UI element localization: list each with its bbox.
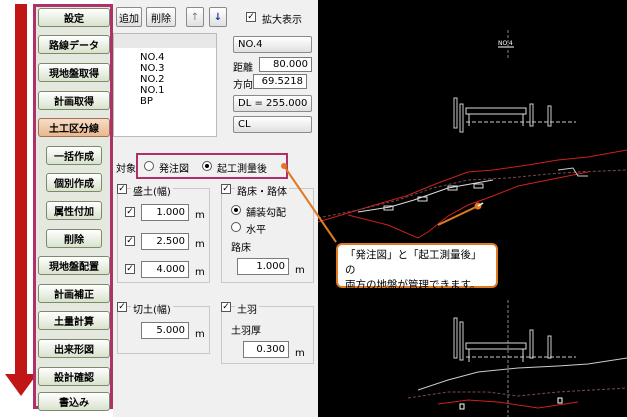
- cross-section-drawing: NO.4: [317, 30, 627, 417]
- menu-button-11[interactable]: 土量計算: [38, 311, 110, 330]
- station-list[interactable]: NO.4 NO.3 NO.2 NO.1 BP: [113, 33, 217, 137]
- terrain-line-lower: [347, 171, 589, 239]
- cut-title: 切土(幅): [131, 301, 173, 316]
- zoom-checkbox[interactable]: ✓: [246, 12, 256, 22]
- menu-button-7[interactable]: 属性付加: [46, 201, 102, 220]
- menu-button-13[interactable]: 設計確認: [38, 367, 110, 386]
- menu-button-14[interactable]: 書込み: [38, 392, 110, 411]
- station-list-item[interactable]: NO.2: [140, 74, 165, 85]
- station-list-item[interactable]: NO.1: [140, 85, 165, 96]
- fill-row2-checkbox[interactable]: ✓: [125, 236, 135, 246]
- roadbed-checkbox[interactable]: ✓: [221, 184, 231, 194]
- menu-button-5[interactable]: 一括作成: [46, 146, 102, 165]
- fill-row2-unit: m: [195, 239, 205, 250]
- move-down-button[interactable]: ↓: [209, 7, 227, 27]
- target-label: 対象: [116, 164, 136, 175]
- station-list-item[interactable]: NO.4: [140, 52, 165, 63]
- fill-row1-checkbox[interactable]: ✓: [125, 207, 135, 217]
- soil-cover-thickness-label: 土羽厚: [231, 326, 261, 337]
- menu-button-3[interactable]: 計画取得: [38, 91, 110, 110]
- roadbed-radio-horizontal[interactable]: [231, 222, 241, 232]
- cut-field[interactable]: 5.000: [141, 322, 189, 339]
- station-list-item[interactable]: NO.3: [140, 63, 165, 74]
- current-station-button[interactable]: NO.4: [233, 36, 312, 53]
- soil-cover-thickness-field[interactable]: 0.300: [243, 341, 289, 358]
- soil-cover-title: 土羽: [235, 301, 259, 316]
- callout-line1: 「発注図」と「起工測量後」の: [345, 249, 482, 276]
- cl-button[interactable]: CL: [233, 116, 312, 133]
- structure-top: [465, 107, 527, 115]
- direction-label: 方向: [233, 80, 253, 91]
- section-label: NO.4: [498, 40, 513, 47]
- roadbed-radio-pavement[interactable]: [231, 205, 241, 215]
- fill-row3-field[interactable]: 4.000: [141, 261, 189, 278]
- menu-button-1[interactable]: 路線データ: [38, 35, 110, 54]
- menu-button-6[interactable]: 個別作成: [46, 173, 102, 192]
- station-list-item[interactable]: BP: [140, 96, 153, 107]
- target-radio-order-drawing[interactable]: [144, 161, 154, 171]
- soil-cover-checkbox[interactable]: ✓: [221, 302, 231, 312]
- cad-canvas[interactable]: NO.4: [317, 0, 627, 417]
- progress-arrow-shaft: [15, 4, 27, 376]
- cut-unit: m: [195, 329, 205, 340]
- fill-row1-unit: m: [195, 210, 205, 221]
- callout-line2: 両方の地盤が管理できます。: [345, 279, 481, 291]
- target-option-order-drawing: 発注図: [159, 164, 189, 175]
- fill-row3-checkbox[interactable]: ✓: [125, 264, 135, 274]
- target-option-survey: 起工測量後: [217, 164, 267, 175]
- target-radio-survey[interactable]: [202, 161, 212, 171]
- dl-button[interactable]: DL = 255.000: [233, 95, 312, 112]
- subgrade-unit: m: [295, 265, 305, 276]
- station-list-header: [114, 34, 216, 48]
- fill-checkbox[interactable]: ✓: [117, 184, 127, 194]
- menu-button-12[interactable]: 出来形図: [38, 339, 110, 358]
- distance-label: 距離: [233, 63, 253, 74]
- callout-leader: [281, 163, 337, 243]
- menu-button-2[interactable]: 現地盤取得: [38, 63, 110, 82]
- callout-box: 「発注図」と「起工測量後」の 両方の地盤が管理できます。: [336, 243, 498, 291]
- fill-row2-field[interactable]: 2.500: [141, 233, 189, 250]
- menu-button-10[interactable]: 計画補正: [38, 284, 110, 303]
- menu-button-0[interactable]: 設定: [38, 8, 110, 27]
- direction-field[interactable]: 69.5218: [253, 74, 307, 89]
- roadbed-option-horizontal: 水平: [246, 225, 266, 236]
- subgrade-label: 路床: [231, 243, 251, 254]
- delete-button[interactable]: 削除: [146, 7, 176, 27]
- cut-checkbox[interactable]: ✓: [117, 302, 127, 312]
- add-button[interactable]: 追加: [116, 7, 142, 27]
- menu-button-8[interactable]: 削除: [46, 229, 102, 248]
- soil-cover-unit: m: [295, 348, 305, 359]
- fill-row3-unit: m: [195, 267, 205, 278]
- distance-field[interactable]: 80.000: [259, 57, 312, 72]
- menu-button-9[interactable]: 現地盤配置: [38, 256, 110, 275]
- fill-row1-field[interactable]: 1.000: [141, 204, 189, 221]
- subgrade-field[interactable]: 1.000: [237, 258, 289, 275]
- structure-bottom: [465, 342, 527, 350]
- fill-title: 盛土(幅): [131, 183, 173, 198]
- zoom-label: 拡大表示: [262, 15, 302, 26]
- menu-button-4[interactable]: 土工区分線: [38, 118, 110, 137]
- move-up-button[interactable]: ↑: [186, 7, 204, 27]
